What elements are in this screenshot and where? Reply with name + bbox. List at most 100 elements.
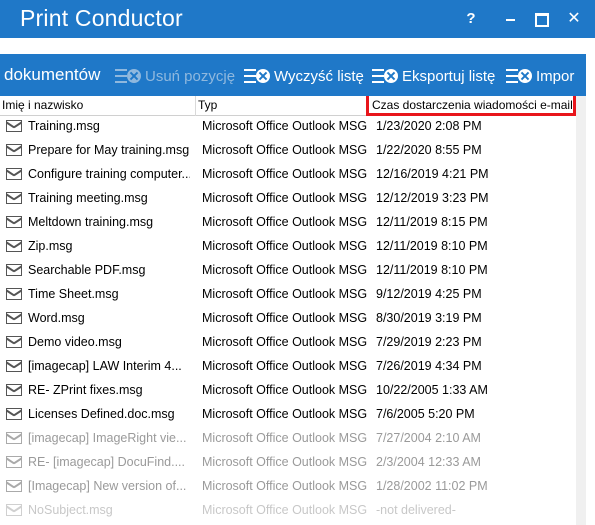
- table-row[interactable]: RE- [imagecap] DocuFind.... Microsoft Off…: [0, 452, 576, 476]
- row-delivery-time: 7/6/2005 5:20 PM: [376, 407, 475, 421]
- remove-item-label: Usuń pozycję: [145, 67, 236, 85]
- row-delivery-time: 7/29/2019 2:23 PM: [376, 335, 482, 349]
- row-delivery-time: 7/27/2004 2:10 AM: [376, 431, 481, 445]
- table-row[interactable]: Licenses Defined.doc.msg Microsoft Office…: [0, 404, 576, 428]
- import-list-icon: [506, 66, 532, 86]
- email-icon: [6, 480, 22, 492]
- table-row[interactable]: Meltdown training.msg Microsoft Office Ou…: [0, 212, 576, 236]
- row-delivery-time: 12/11/2019 8:15 PM: [376, 215, 488, 229]
- row-name: [Imagecap] New version of...: [28, 479, 187, 493]
- table-row[interactable]: Searchable PDF.msg Microsoft Office Outlo…: [0, 260, 576, 284]
- row-name: Word.msg: [28, 311, 85, 325]
- table-row[interactable]: RE- ZPrint fixes.msg Microsoft Office Out…: [0, 380, 576, 404]
- email-icon: [6, 336, 22, 348]
- row-type: Microsoft Office Outlook MSG: [202, 287, 368, 301]
- row-type: Microsoft Office Outlook MSG: [202, 479, 368, 493]
- minimize-button[interactable]: [501, 9, 521, 29]
- row-delivery-time: 12/16/2019 4:21 PM: [376, 167, 489, 181]
- email-icon: [6, 312, 22, 324]
- row-type: Microsoft Office Outlook MSG: [202, 215, 368, 229]
- remove-item-button[interactable]: Usuń pozycję: [115, 65, 235, 87]
- row-name: RE- [imagecap] DocuFind....: [28, 455, 186, 469]
- help-button[interactable]: ?: [461, 9, 481, 29]
- grid-header: Imię i nazwisko Typ Czas dostarczenia wi…: [0, 96, 576, 116]
- table-row[interactable]: Training meeting.msg Microsoft Office Out…: [0, 188, 576, 212]
- email-icon: [6, 432, 22, 444]
- email-icon: [6, 144, 22, 156]
- column-separator[interactable]: [195, 96, 196, 116]
- email-icon: [6, 288, 22, 300]
- right-frame: [586, 38, 595, 525]
- row-name: Training meeting.msg: [28, 191, 148, 205]
- table-row[interactable]: NoSubject.msg Microsoft Office Outlook MS…: [0, 500, 576, 524]
- row-delivery-time: 12/11/2019 8:10 PM: [376, 263, 488, 277]
- row-delivery-time: 1/23/2020 2:08 PM: [376, 119, 482, 133]
- row-name: Training.msg: [28, 119, 100, 133]
- email-icon: [6, 168, 22, 180]
- row-type: Microsoft Office Outlook MSG: [202, 191, 368, 205]
- row-name: [imagecap] ImageRight vie...: [28, 431, 187, 445]
- row-delivery-time: 10/22/2005 1:33 AM: [376, 383, 488, 397]
- table-row[interactable]: Configure training computer... Microsoft …: [0, 164, 576, 188]
- app-title: Print Conductor: [20, 5, 183, 31]
- row-name: Meltdown training.msg: [28, 215, 154, 229]
- email-icon: [6, 192, 22, 204]
- row-name: NoSubject.msg: [28, 503, 113, 517]
- email-icon: [6, 504, 22, 516]
- row-name: Prepare for May training.msg: [28, 143, 190, 157]
- row-type: Microsoft Office Outlook MSG: [202, 431, 368, 445]
- row-delivery-time: 9/12/2019 4:25 PM: [376, 287, 482, 301]
- table-row[interactable]: Word.msg Microsoft Office Outlook MSG 8/30…: [0, 308, 576, 332]
- table-row[interactable]: [imagecap] ImageRight vie... Microsoft Of…: [0, 428, 576, 452]
- clear-list-label: Wyczyść listę: [274, 67, 364, 85]
- email-icon: [6, 120, 22, 132]
- column-header-type[interactable]: Typ: [198, 98, 217, 112]
- close-button[interactable]: ✕: [564, 9, 584, 29]
- grid-rows: Training.msg Microsoft Office Outlook MSG…: [0, 116, 576, 524]
- table-row[interactable]: [Imagecap] New version of... Microsoft Of…: [0, 476, 576, 500]
- row-type: Microsoft Office Outlook MSG: [202, 455, 368, 469]
- email-icon: [6, 360, 22, 372]
- clear-list-icon: [244, 66, 270, 86]
- row-delivery-time: 12/11/2019 8:10 PM: [376, 239, 488, 253]
- table-row[interactable]: Time Sheet.msg Microsoft Office Outlook M…: [0, 284, 576, 308]
- export-list-label: Eksportuj listę: [402, 67, 496, 85]
- row-type: Microsoft Office Outlook MSG: [202, 383, 368, 397]
- table-row[interactable]: [imagecap] LAW Interim 4... Microsoft Off…: [0, 356, 576, 380]
- row-delivery-time: 2/3/2004 12:33 AM: [376, 455, 481, 469]
- toolbar: dokumentów Usuń pozycję Wyczyść listę Ek…: [0, 54, 586, 96]
- row-name: Searchable PDF.msg: [28, 263, 146, 277]
- row-type: Microsoft Office Outlook MSG: [202, 119, 368, 133]
- email-icon: [6, 408, 22, 420]
- document-grid: Imię i nazwisko Typ Czas dostarczenia wi…: [0, 96, 576, 525]
- email-icon: [6, 456, 22, 468]
- row-type: Microsoft Office Outlook MSG: [202, 503, 368, 517]
- email-icon: [6, 216, 22, 228]
- row-type: Microsoft Office Outlook MSG: [202, 239, 368, 253]
- clear-list-button[interactable]: Wyczyść listę: [244, 65, 364, 87]
- export-list-button[interactable]: Eksportuj listę: [372, 65, 495, 87]
- row-name: [imagecap] LAW Interim 4...: [28, 359, 182, 373]
- table-row[interactable]: Zip.msg Microsoft Office Outlook MSG 12/11…: [0, 236, 576, 260]
- row-name: RE- ZPrint fixes.msg: [28, 383, 143, 397]
- import-list-label: Impor: [536, 67, 575, 85]
- table-row[interactable]: Training.msg Microsoft Office Outlook MSG…: [0, 116, 576, 140]
- title-bar: Print Conductor ? ✕: [0, 0, 595, 38]
- table-row[interactable]: Demo video.msg Microsoft Office Outlook M…: [0, 332, 576, 356]
- email-icon: [6, 264, 22, 276]
- row-type: Microsoft Office Outlook MSG: [202, 143, 368, 157]
- row-delivery-time: 7/26/2019 4:34 PM: [376, 359, 482, 373]
- remove-list-icon: [115, 66, 141, 86]
- row-name: Licenses Defined.doc.msg: [28, 407, 175, 421]
- vertical-scrollbar[interactable]: [576, 96, 586, 525]
- export-list-icon: [372, 66, 398, 86]
- import-list-button[interactable]: Impor: [506, 65, 574, 87]
- row-type: Microsoft Office Outlook MSG: [202, 167, 368, 181]
- table-row[interactable]: Prepare for May training.msg Microsoft Of…: [0, 140, 576, 164]
- row-delivery-time: -not delivered-: [376, 503, 456, 517]
- column-header-name[interactable]: Imię i nazwisko: [2, 98, 83, 112]
- maximize-button[interactable]: [531, 9, 551, 29]
- documents-label: dokumentów: [4, 65, 101, 84]
- row-type: Microsoft Office Outlook MSG: [202, 311, 368, 325]
- row-type: Microsoft Office Outlook MSG: [202, 407, 368, 421]
